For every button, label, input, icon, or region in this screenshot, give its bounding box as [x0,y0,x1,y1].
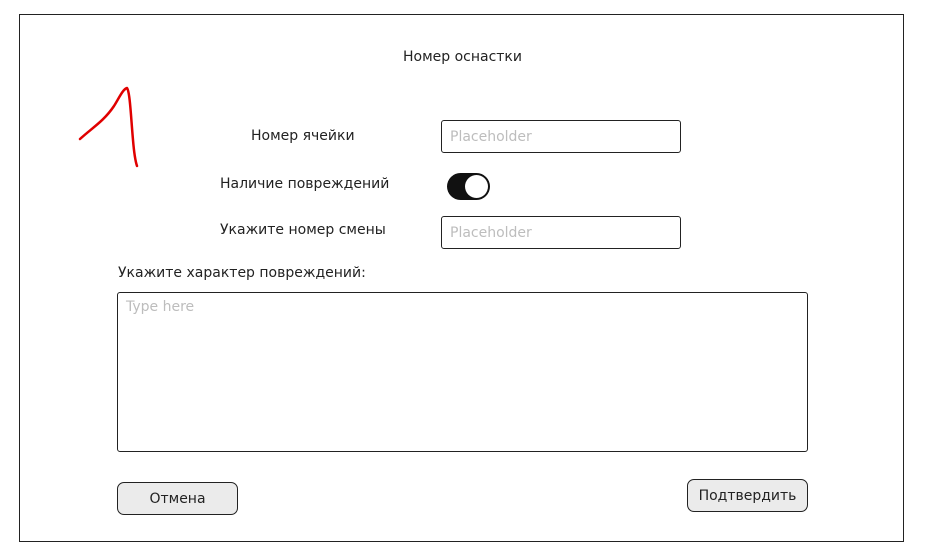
cancel-button[interactable]: Отмена [117,482,238,515]
form-title: Номер оснастки [402,49,522,65]
damage-present-toggle[interactable] [447,173,490,200]
cell-number-label: Номер ячейки [251,128,355,144]
shift-number-label: Укажите номер смены [220,222,386,238]
damage-present-label: Наличие повреждений [220,176,390,192]
toggle-knob [465,175,488,198]
cell-number-input[interactable] [441,120,681,153]
shift-number-input[interactable] [441,216,681,249]
damage-description-textarea[interactable] [117,292,808,452]
confirm-button[interactable]: Подтвердить [687,479,808,512]
damage-description-label: Укажите характер повреждений: [118,265,366,281]
